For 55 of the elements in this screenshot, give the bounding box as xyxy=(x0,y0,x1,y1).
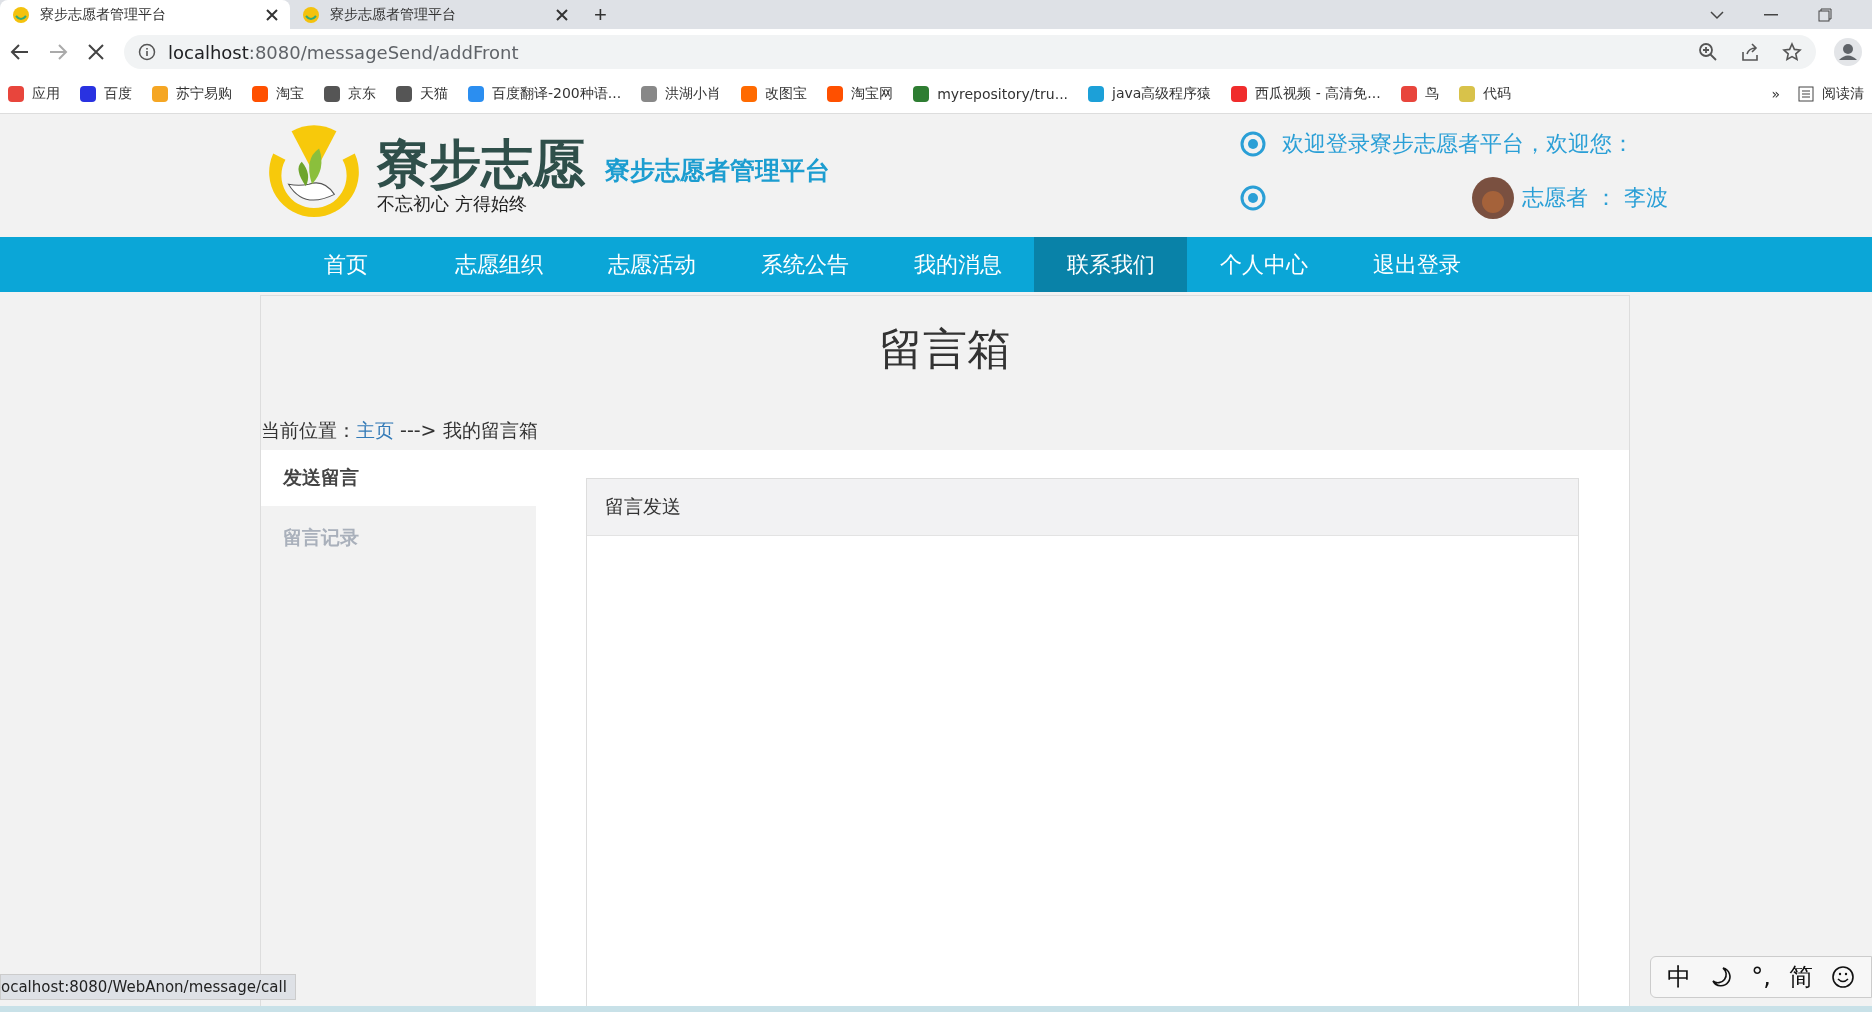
smiley-icon xyxy=(302,5,320,24)
radio-icon xyxy=(1240,185,1266,211)
info-icon[interactable] xyxy=(138,43,156,61)
bookmark[interactable]: 百度 xyxy=(80,85,132,103)
welcome-text: 欢迎登录寮步志愿者平台，欢迎您： xyxy=(1282,130,1634,158)
close-icon[interactable] xyxy=(266,8,278,21)
breadcrumb: 当前位置：主页 ---> 我的留言箱 xyxy=(261,418,539,443)
slogan: 不忘初心 方得始终 xyxy=(377,192,528,217)
ime-key[interactable]: 简 xyxy=(1789,961,1813,993)
bookmark[interactable]: 洪湖小肖 xyxy=(641,85,722,103)
bookmark[interactable]: 应用 xyxy=(8,85,60,103)
panel-title: 留言发送 xyxy=(587,479,1578,536)
site-subtitle: 寮步志愿者管理平台 xyxy=(605,155,830,187)
avatar xyxy=(1472,177,1514,219)
stop-icon[interactable] xyxy=(86,42,106,62)
smiley-icon xyxy=(12,5,30,24)
close-icon[interactable] xyxy=(556,8,568,21)
more-bookmarks-button[interactable]: » xyxy=(1771,86,1780,102)
smiley-icon[interactable] xyxy=(1831,965,1855,989)
status-bar: ocalhost:8080/WebAnon/message/call xyxy=(0,974,296,1000)
bookmark[interactable]: 西瓜视频 - 高清免... xyxy=(1231,85,1381,103)
radio-icon xyxy=(1240,131,1266,157)
bookmark[interactable]: 代码 xyxy=(1458,85,1511,103)
browser-tab[interactable]: 寮步志愿者管理平台 xyxy=(290,0,580,29)
list-icon xyxy=(1798,86,1814,102)
browser-tab[interactable]: 寮步志愿者管理平台 xyxy=(0,0,290,29)
chevron-down-icon[interactable] xyxy=(1710,9,1724,20)
page-title: 留言箱 xyxy=(878,322,1012,376)
bookmark[interactable]: 天猫 xyxy=(396,85,448,103)
moon-icon[interactable] xyxy=(1709,965,1734,989)
bookmark[interactable]: 百度翻译-200种语... xyxy=(468,85,622,103)
ime-key[interactable]: °, xyxy=(1751,963,1771,991)
nav-item[interactable]: 联系我们 xyxy=(1034,237,1187,292)
sidebar-item[interactable]: 发送留言 xyxy=(261,450,536,506)
bookmark[interactable]: 淘宝网 xyxy=(827,85,894,103)
reading-list-button[interactable]: 阅读清 xyxy=(1798,85,1864,103)
back-icon[interactable] xyxy=(10,42,30,62)
bookmark[interactable]: 京东 xyxy=(324,85,376,103)
bookmark[interactable]: 改图宝 xyxy=(741,85,808,103)
bookmark[interactable]: 鸟 xyxy=(1400,85,1439,103)
minimize-icon[interactable] xyxy=(1764,13,1778,16)
bookmark[interactable]: java高级程序猿 xyxy=(1088,85,1212,103)
bookmark[interactable]: 苏宁易购 xyxy=(152,85,232,103)
share-icon[interactable] xyxy=(1740,42,1760,62)
home-link[interactable]: 主页 xyxy=(356,419,394,441)
logo-title: 寮步志愿 xyxy=(377,134,585,193)
bookmark[interactable]: myrepository/tru... xyxy=(913,86,1069,102)
star-icon[interactable] xyxy=(1782,42,1802,62)
address-bar[interactable]: localhost:8080/messageSend/addFront xyxy=(124,35,1816,69)
new-tab-button[interactable]: + xyxy=(580,0,621,29)
bookmark[interactable]: 淘宝 xyxy=(252,85,304,103)
zoom-icon[interactable] xyxy=(1698,42,1718,62)
profile-icon[interactable] xyxy=(1834,38,1862,66)
restore-icon[interactable] xyxy=(1818,7,1832,22)
ime-key[interactable]: 中 xyxy=(1667,961,1692,993)
